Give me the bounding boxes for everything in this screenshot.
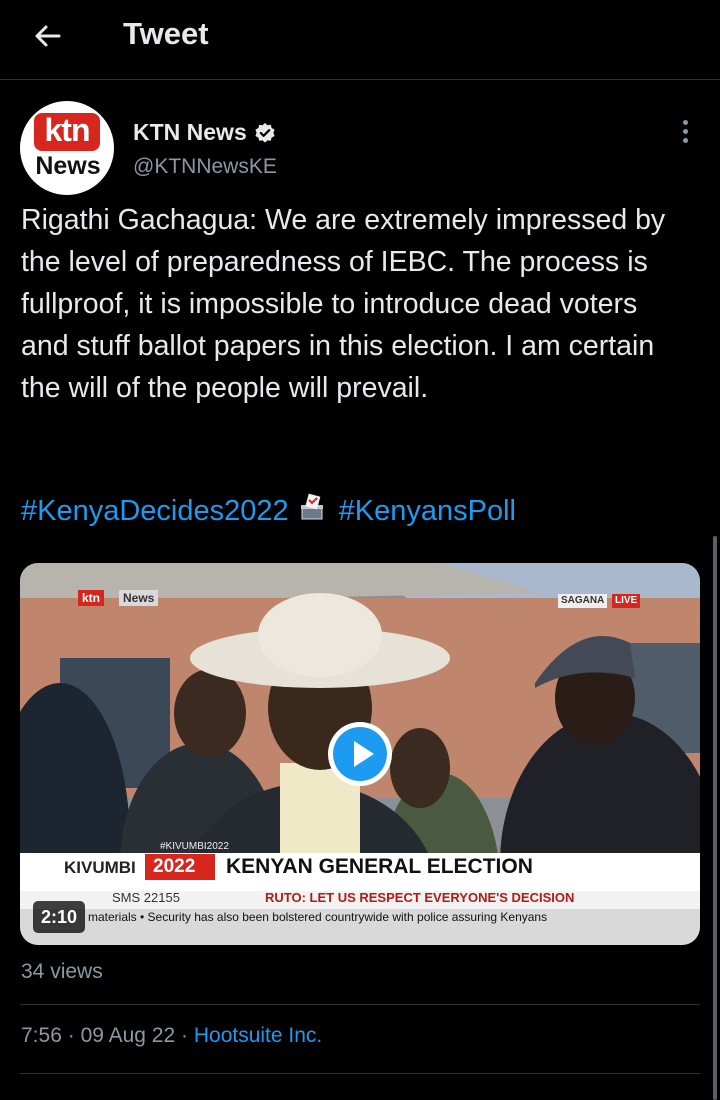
more-dot-icon	[682, 128, 688, 134]
tweet-time: 7:56	[21, 1024, 62, 1047]
video-sms: SMS 22155	[112, 890, 180, 905]
tweet-text: Rigathi Gachagua: We are extremely impre…	[21, 204, 666, 404]
more-dot-icon	[682, 119, 688, 125]
meta-separator: ·	[181, 1024, 188, 1047]
video-logo-news: News	[119, 590, 159, 606]
video-hashtag-overlay: #KIVUMBI2022	[160, 841, 229, 852]
avatar-logo-news: News	[35, 152, 101, 180]
video-subheadline: RUTO: LET US RESPECT EVERYONE'S DECISION	[265, 890, 575, 905]
top-app-bar: Tweet	[0, 0, 720, 80]
hashtag-row: #KenyaDecides2022 #KenyansPoll	[21, 490, 701, 533]
arrow-left-icon	[35, 25, 61, 47]
verified-badge-icon	[255, 122, 275, 143]
video-ticker-label: KIVUMBI	[64, 858, 136, 877]
more-dot-icon	[682, 137, 688, 143]
page-title: Tweet	[123, 16, 209, 51]
author-name[interactable]: KTN News	[133, 119, 247, 146]
author-name-row[interactable]: KTN News	[133, 119, 276, 146]
video-duration: 2:10	[33, 901, 86, 933]
back-button[interactable]	[30, 18, 66, 54]
divider	[20, 1073, 700, 1074]
view-count: 34 views	[21, 960, 103, 983]
avatar-logo-ktn: ktn	[34, 113, 100, 151]
video-crawl: materials • Security has also been bolst…	[88, 910, 548, 924]
tweet-source-link[interactable]: Hootsuite Inc.	[194, 1024, 322, 1047]
more-options-button[interactable]	[670, 116, 700, 146]
meta-separator: ·	[67, 1024, 75, 1047]
video-ticker-headline: KENYAN GENERAL ELECTION	[226, 855, 533, 878]
divider	[20, 1004, 700, 1005]
avatar[interactable]: ktn News	[20, 101, 114, 195]
video-live-badge: LIVE	[612, 594, 641, 608]
play-icon	[333, 727, 387, 781]
hashtag-link[interactable]: #KenyansPoll	[339, 495, 516, 527]
scrollbar[interactable]	[713, 536, 717, 1100]
tweet-date: 09 Aug 22	[80, 1024, 176, 1047]
video-ticker-year: 2022	[153, 856, 196, 877]
author-handle[interactable]: @KTNNewsKE	[133, 155, 277, 179]
ballot-box-icon	[299, 491, 325, 533]
video-logo-ktn: ktn	[78, 590, 104, 606]
play-button[interactable]	[328, 722, 392, 786]
tweet-metadata: 7:56 · 09 Aug 22 · Hootsuite Inc.	[21, 1024, 322, 1048]
video-location: SAGANA	[558, 594, 608, 608]
hashtag-link[interactable]: #KenyaDecides2022	[21, 495, 289, 527]
